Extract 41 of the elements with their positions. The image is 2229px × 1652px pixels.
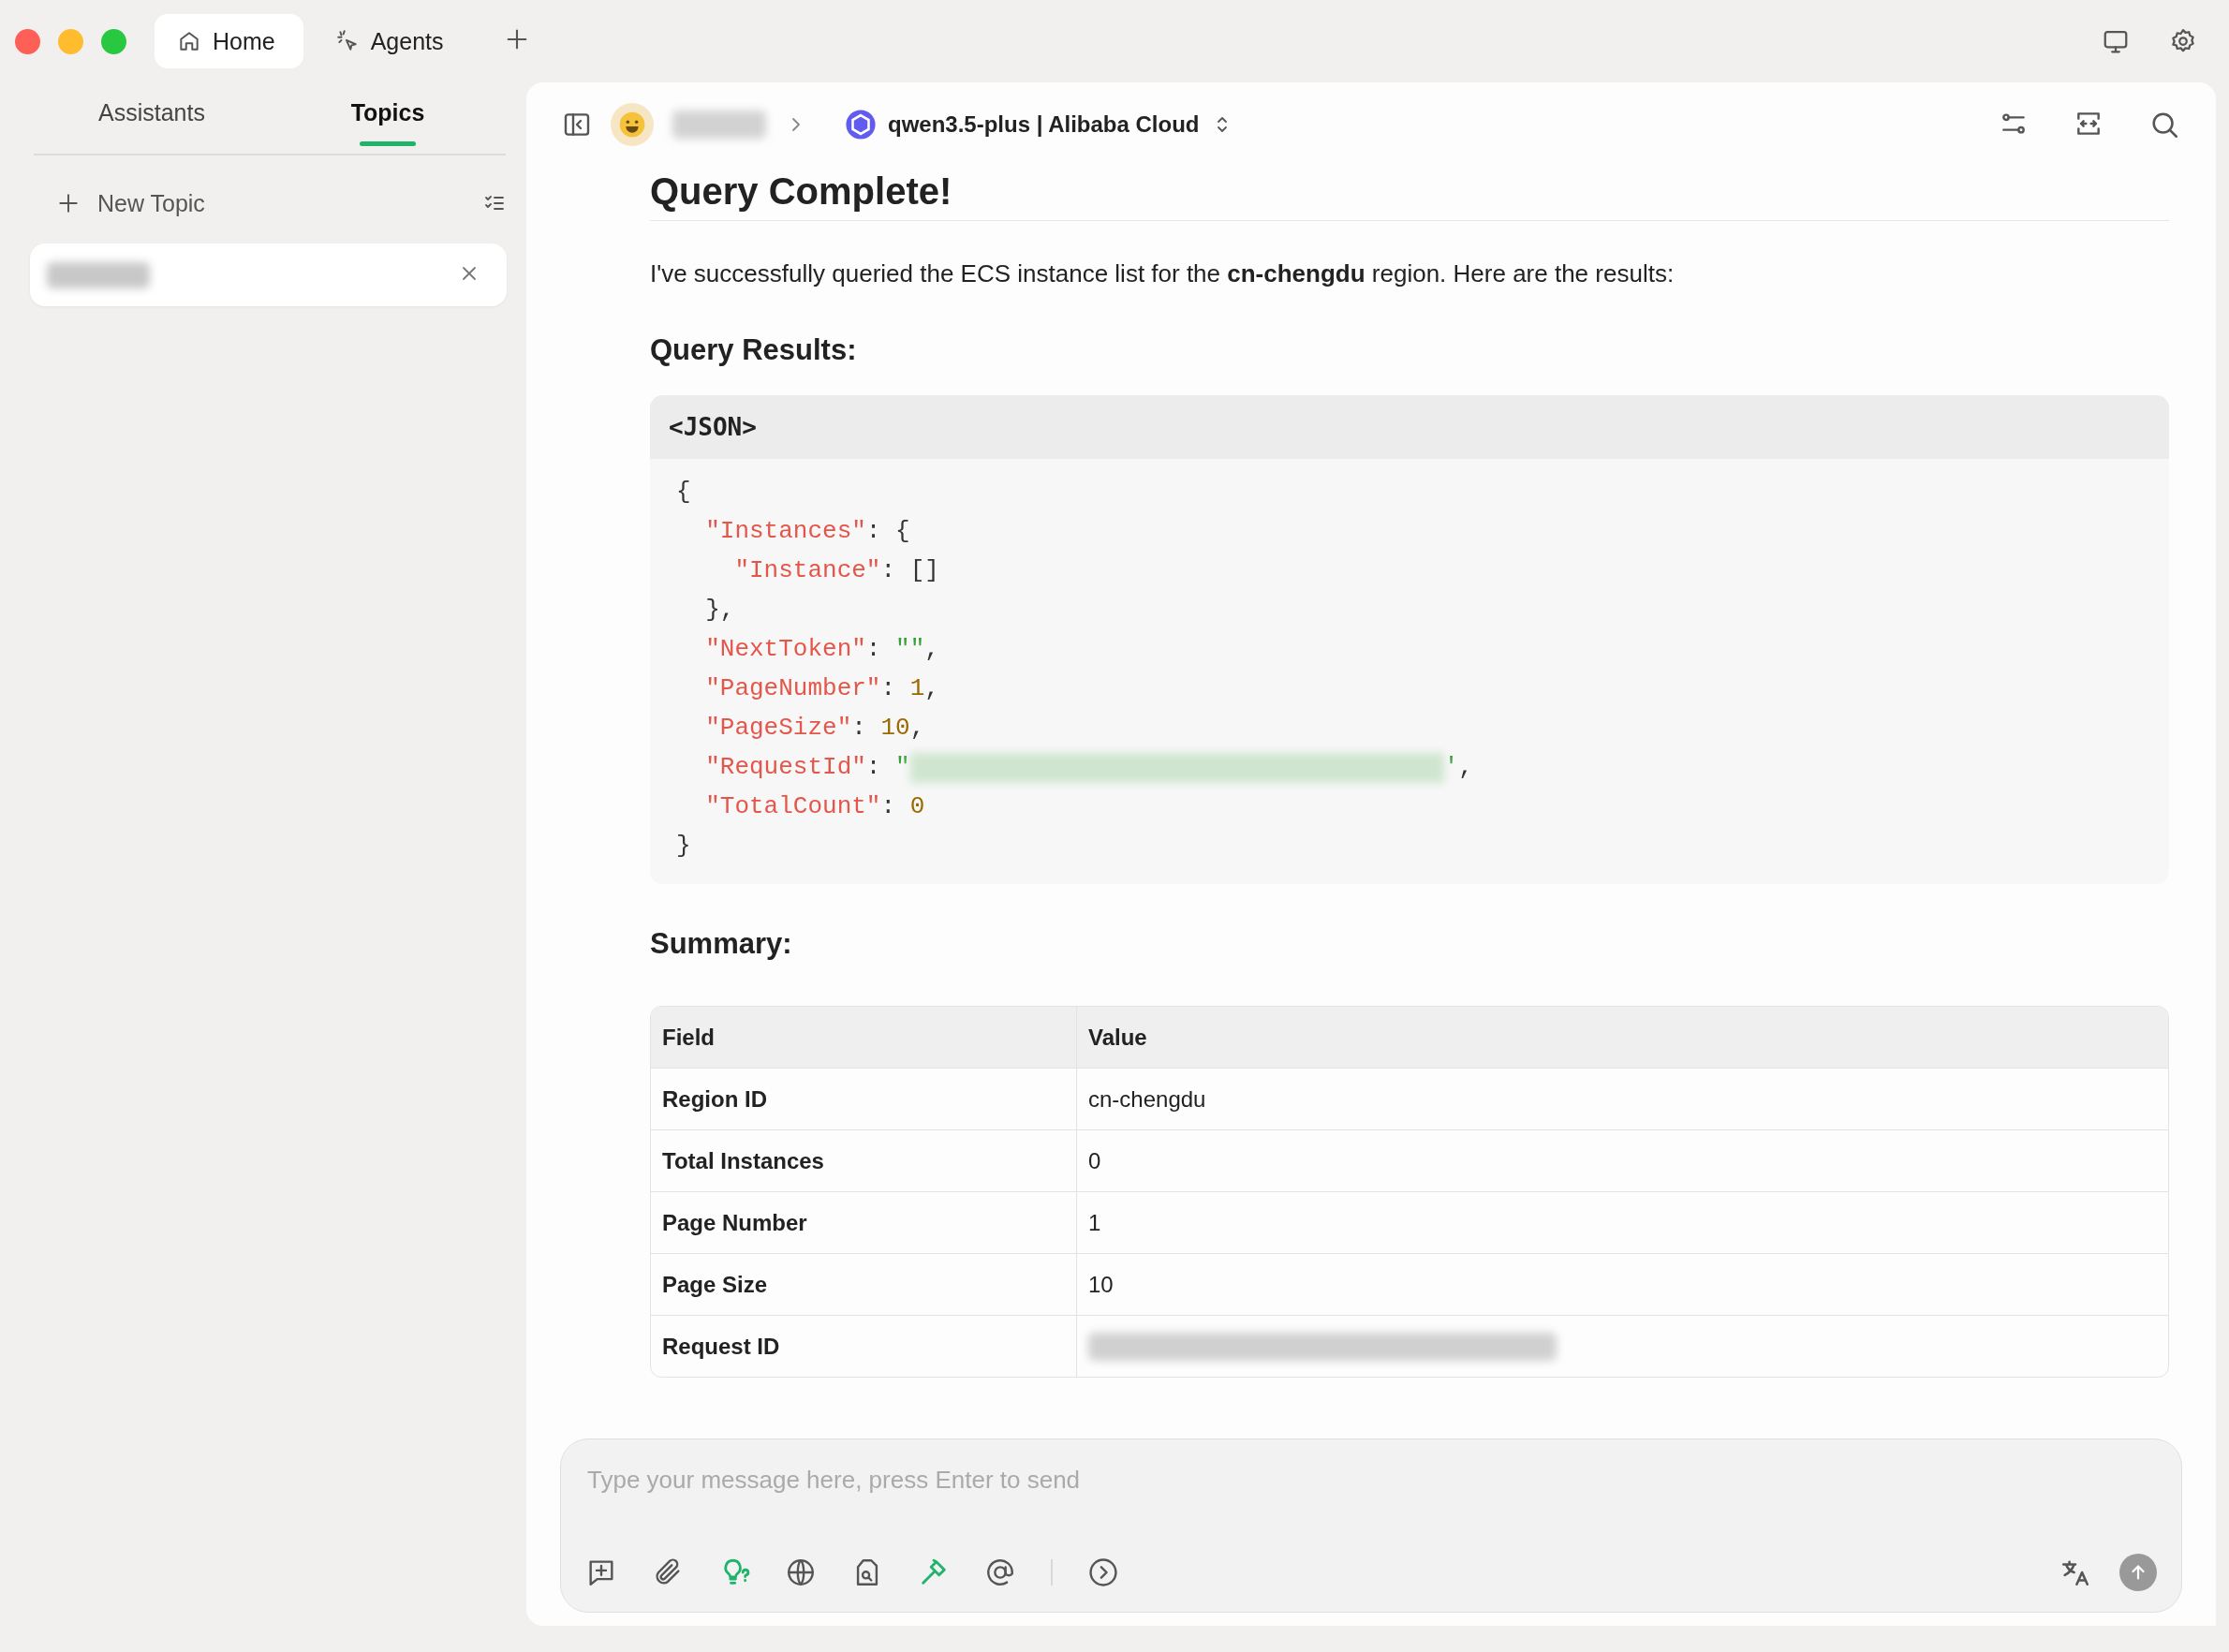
message-title: Query Complete! <box>650 170 2169 221</box>
table-cell: cn-chengdu <box>1077 1069 2168 1131</box>
code-line: "NextToken": "", <box>704 634 940 666</box>
sparkle-pointer-icon[interactable] <box>334 29 360 53</box>
table-cell: 10 <box>1077 1254 2168 1317</box>
section-heading: Summary: <box>650 927 793 962</box>
model-selector[interactable]: qwen3.5-plus | Alibaba Cloud <box>845 109 1233 140</box>
table-cell: 1 <box>1077 1192 2168 1255</box>
table-cell: 0 <box>1077 1130 2168 1193</box>
send-button[interactable] <box>2119 1554 2157 1591</box>
code-line: "Instance": [] <box>733 555 940 587</box>
table-cell: Page Size <box>651 1254 1077 1317</box>
column-header: Value <box>1077 1007 2168 1069</box>
section-heading: Query Results: <box>650 333 858 368</box>
close-button[interactable] <box>15 28 40 54</box>
table-cell: Region ID <box>651 1069 1077 1131</box>
code-language: <JSON> <box>669 413 757 442</box>
table-cell: Request ID <box>651 1316 1077 1378</box>
table-cell: Page Number <box>651 1192 1077 1255</box>
window-tab[interactable]: Home <box>155 14 303 68</box>
message-input[interactable]: Type your message here, press Enter to send <box>585 1458 2157 1501</box>
code-line: }, <box>704 595 736 627</box>
table-cell: Total Instances <box>651 1130 1077 1193</box>
code-line: "PageNumber": 1, <box>704 673 940 705</box>
chevron-circle-icon[interactable] <box>1086 1556 1119 1588</box>
code-line: "Instances": { <box>704 516 911 548</box>
new-topic-button[interactable]: New Topic <box>97 189 466 217</box>
sidebar-tab[interactable]: Assistants <box>34 82 270 154</box>
home-icon[interactable] <box>177 29 201 53</box>
code-line: { <box>676 477 692 509</box>
model-logo-icon <box>845 109 877 140</box>
code-line: "TotalCount": 0 <box>704 791 926 823</box>
message-paragraph: I've successfully queried the ECS instance list for the cn-chengdu region. Here are the results: <box>650 258 1675 289</box>
at-sign-icon[interactable] <box>984 1556 1016 1588</box>
emoji-avatar[interactable] <box>611 103 654 146</box>
sidebar-tab[interactable]: Topics <box>270 82 506 154</box>
code-line: "PageSize": 10, <box>704 713 926 745</box>
globe-icon[interactable] <box>785 1556 817 1588</box>
column-header: Field <box>651 1007 1077 1069</box>
code-line: } <box>676 831 692 863</box>
window-tab[interactable]: Agents <box>312 14 472 68</box>
